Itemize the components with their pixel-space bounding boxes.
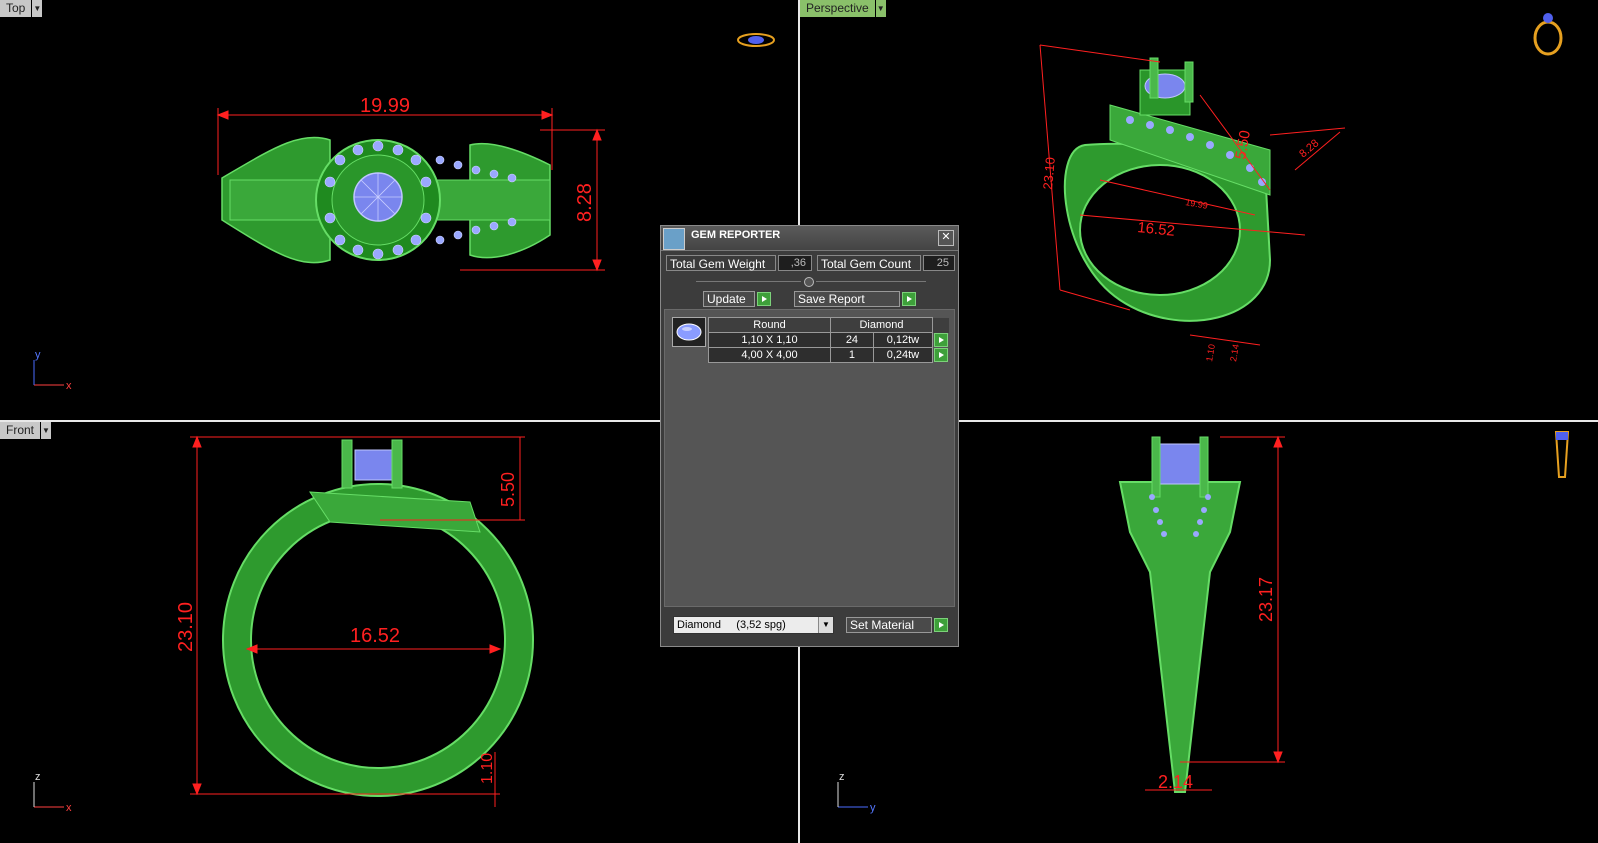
persp-thick-dim: 2.14 bbox=[1228, 343, 1241, 362]
gem-size-cell: 1,10 X 1,10 bbox=[708, 332, 831, 348]
total-gem-count-label: Total Gem Count bbox=[817, 255, 921, 271]
close-button[interactable]: ✕ bbox=[938, 230, 954, 246]
material-header: Diamond bbox=[830, 317, 933, 333]
gem-reporter-titlebar[interactable]: GEM REPORTER ✕ bbox=[661, 226, 958, 251]
viewport-tab-front[interactable]: Front ▼ bbox=[0, 422, 52, 439]
gem-table: Round Diamond 1,10 X 1,10 24 0,12tw 4,00… bbox=[708, 317, 949, 363]
gem-weight-cell: 0,24tw bbox=[872, 347, 934, 363]
gem-list-panel[interactable]: Round Diamond 1,10 X 1,10 24 0,12tw 4,00… bbox=[664, 309, 955, 607]
round-gem-icon[interactable] bbox=[672, 317, 706, 347]
update-run-icon[interactable] bbox=[757, 292, 771, 306]
save-report-button[interactable]: Save Report bbox=[794, 291, 900, 307]
chevron-down-icon[interactable]: ▼ bbox=[32, 0, 43, 17]
ring-side-mini-icon[interactable] bbox=[1554, 431, 1570, 478]
table-row[interactable]: 4,00 X 4,00 1 0,24tw bbox=[708, 347, 949, 363]
front-height-dim: 23.10 bbox=[175, 602, 197, 652]
set-material-button[interactable]: Set Material bbox=[846, 617, 932, 633]
axis-y-label: y bbox=[870, 802, 876, 814]
gem-count-cell: 1 bbox=[830, 347, 874, 363]
gem-size-cell: 4,00 X 4,00 bbox=[708, 347, 831, 363]
gem-weight-cell: 0,12tw bbox=[872, 332, 934, 348]
set-material-run-icon[interactable] bbox=[934, 618, 948, 632]
gem-reporter-title: GEM REPORTER bbox=[691, 229, 781, 241]
axis-indicator-top bbox=[33, 360, 64, 386]
viewport-tab-top[interactable]: Top ▼ bbox=[0, 0, 43, 17]
ring-mini-icon[interactable] bbox=[737, 33, 775, 47]
viewport-label-perspective: Perspective bbox=[800, 0, 875, 17]
axis-z-label: z bbox=[35, 771, 41, 783]
gem-reporter-logo-icon bbox=[663, 228, 685, 250]
axis-z-label: z bbox=[839, 771, 845, 783]
material-select[interactable]: Diamond (3,52 spg) ▼ bbox=[673, 616, 834, 634]
save-report-run-icon[interactable] bbox=[902, 292, 916, 306]
chevron-down-icon[interactable]: ▼ bbox=[818, 617, 833, 633]
separator bbox=[696, 281, 801, 282]
ring-perspective-geometry bbox=[1063, 57, 1272, 322]
persp-shank-dim: 1.10 bbox=[1204, 343, 1217, 362]
persp-height-dim: 23.10 bbox=[1040, 157, 1058, 191]
axis-indicator-front bbox=[33, 782, 64, 808]
ring-front-geometry bbox=[222, 439, 534, 797]
chevron-down-icon[interactable]: ▼ bbox=[41, 422, 52, 439]
top-height-dim: 8.28 bbox=[574, 183, 596, 222]
ring-top-geometry bbox=[221, 136, 551, 264]
collapse-toggle-icon[interactable] bbox=[804, 277, 814, 287]
viewport-label-front: Front bbox=[0, 422, 41, 439]
axis-indicator-right bbox=[837, 782, 868, 808]
ring-side-geometry bbox=[1118, 436, 1242, 793]
front-shank-dim: 1.10 bbox=[479, 753, 496, 784]
persp-width-dim: 8.28 bbox=[1297, 137, 1321, 160]
separator bbox=[816, 281, 926, 282]
select-row-icon[interactable] bbox=[934, 333, 948, 347]
right-width-dim: 2.14 bbox=[1158, 772, 1193, 792]
axis-y-label: y bbox=[35, 349, 41, 361]
front-head-dim: 5.50 bbox=[498, 472, 518, 507]
total-gem-weight-value: ,36 bbox=[778, 255, 812, 271]
ring-3d-icon[interactable] bbox=[1533, 13, 1563, 56]
gem-reporter-panel[interactable]: GEM REPORTER ✕ Total Gem Weight ,36 Tota… bbox=[660, 225, 959, 647]
total-gem-weight-label: Total Gem Weight bbox=[666, 255, 776, 271]
gem-count-cell: 24 bbox=[830, 332, 874, 348]
viewport-label-top: Top bbox=[0, 0, 32, 17]
update-button[interactable]: Update bbox=[703, 291, 755, 307]
top-width-dim: 19.99 bbox=[360, 95, 410, 117]
axis-x-label: x bbox=[66, 802, 72, 814]
right-height-dim: 23.17 bbox=[1256, 577, 1276, 622]
table-row[interactable]: 1,10 X 1,10 24 0,12tw bbox=[708, 332, 949, 348]
viewport-tab-perspective[interactable]: Perspective ▼ bbox=[800, 0, 886, 17]
chevron-down-icon[interactable]: ▼ bbox=[875, 0, 886, 17]
axis-x-label: x bbox=[66, 380, 72, 392]
select-row-icon[interactable] bbox=[934, 348, 948, 362]
total-gem-count-value: 25 bbox=[923, 255, 955, 271]
shape-header: Round bbox=[708, 317, 831, 333]
front-inner-dim: 16.52 bbox=[350, 625, 400, 647]
material-select-value: Diamond (3,52 spg) bbox=[677, 619, 786, 631]
